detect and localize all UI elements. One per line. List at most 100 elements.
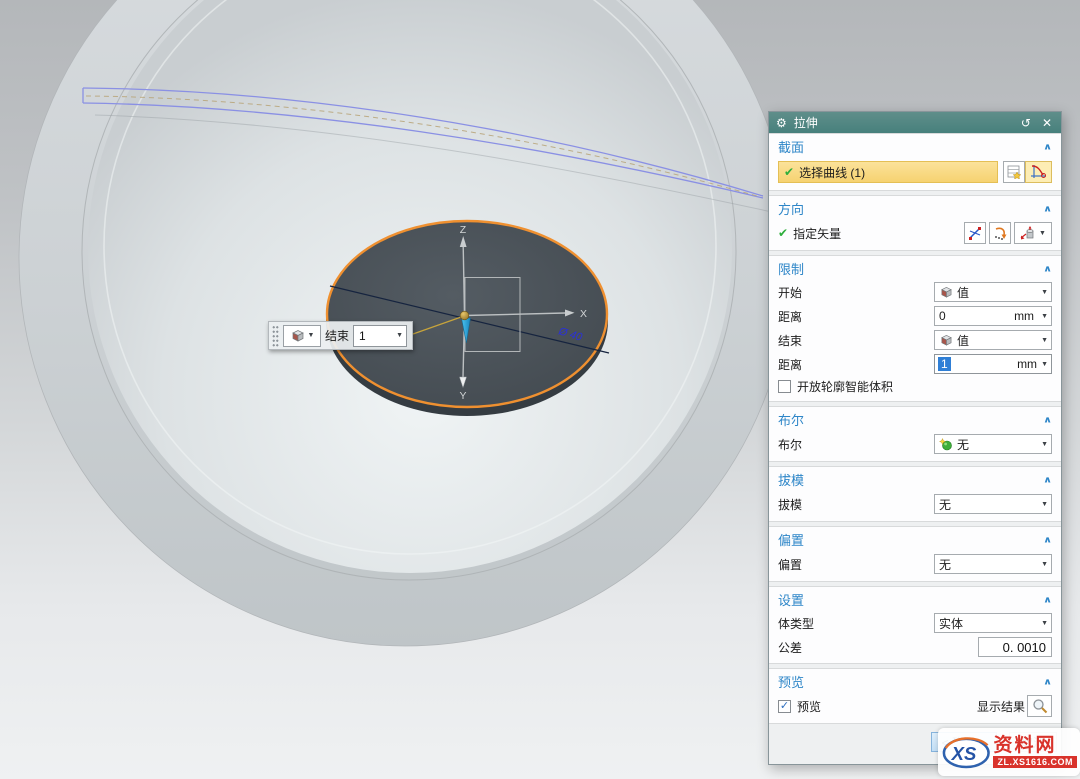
magnifier-icon	[1032, 698, 1048, 714]
x-axis-label: X	[580, 308, 587, 320]
direction-group-title: 方向	[778, 199, 804, 218]
draft-value: 无	[939, 496, 1037, 513]
check-icon: ✔	[784, 165, 794, 179]
value-cube-icon	[939, 334, 953, 346]
draft-group: 拔模 ∧ 拔模 无 ▼	[769, 466, 1061, 522]
drag-handle[interactable]	[272, 325, 279, 347]
dropdown-arrow-icon: ▼	[1039, 230, 1046, 237]
body-type-value: 实体	[939, 615, 1037, 632]
body-type-dropdown[interactable]: 实体 ▼	[934, 613, 1052, 633]
two-point-vector-button[interactable]	[964, 222, 986, 244]
watermark-site-name: 资料网	[993, 736, 1056, 756]
end-distance-unit: mm	[1017, 357, 1037, 371]
collapse-chevron-icon[interactable]: ∧	[1043, 594, 1052, 604]
limits-group-header[interactable]: 限制 ∧	[778, 257, 1052, 280]
boolean-group-header[interactable]: 布尔 ∧	[778, 408, 1052, 431]
offset-label: 偏置	[778, 556, 802, 573]
tolerance-label: 公差	[778, 639, 802, 656]
onscreen-input-toolbar[interactable]: ▼ 结束 1 ▼	[268, 321, 413, 350]
preview-checkbox[interactable]: ✓	[778, 700, 791, 713]
boolean-value: 无	[957, 436, 1037, 453]
offset-group-title: 偏置	[778, 530, 804, 549]
vector-type-dropdown[interactable]: ▼	[1014, 222, 1052, 244]
dialog-title: 拉伸	[794, 114, 1012, 131]
end-distance-input[interactable]: 1 ▼	[353, 325, 407, 347]
start-distance-input[interactable]: 0 mm ▼	[934, 306, 1052, 326]
limits-group-title: 限制	[778, 259, 804, 278]
draft-dropdown[interactable]: 无 ▼	[934, 494, 1052, 514]
show-result-label: 显示结果	[977, 698, 1025, 715]
preview-group-title: 预览	[778, 672, 804, 691]
collapse-chevron-icon[interactable]: ∧	[1043, 474, 1052, 484]
open-profile-label: 开放轮廓智能体积	[797, 378, 893, 395]
end-type-dropdown[interactable]: 值 ▼	[934, 330, 1052, 350]
dropdown-arrow-icon: ▼	[1041, 441, 1048, 448]
dropdown-arrow-icon: ▼	[1041, 620, 1048, 627]
value-cube-icon	[290, 329, 305, 342]
watermark-site-url: ZL.XS1616.COM	[993, 756, 1077, 768]
close-button[interactable]: ✕	[1040, 116, 1054, 130]
curve-rule-button[interactable]	[1003, 161, 1025, 183]
end-label: 结束	[778, 332, 802, 349]
end-distance-input[interactable]: 1 mm ▼	[934, 354, 1052, 374]
collapse-chevron-icon[interactable]: ∧	[1043, 141, 1052, 151]
section-group-title: 截面	[778, 137, 804, 156]
dropdown-arrow-icon[interactable]: ▼	[1041, 313, 1048, 320]
draft-group-header[interactable]: 拔模 ∧	[778, 468, 1052, 491]
direction-group-header[interactable]: 方向 ∧	[778, 197, 1052, 220]
boolean-none-icon	[939, 438, 953, 451]
reset-button[interactable]: ↺	[1019, 116, 1033, 130]
value-cube-icon	[939, 286, 953, 298]
end-limit-option-dropdown[interactable]: ▼	[283, 325, 321, 347]
collapse-chevron-icon[interactable]: ∧	[1043, 203, 1052, 213]
sketch-section-icon	[1030, 164, 1048, 180]
offset-group-header[interactable]: 偏置 ∧	[778, 528, 1052, 551]
collapse-chevron-icon[interactable]: ∧	[1043, 414, 1052, 424]
dropdown-arrow-icon[interactable]: ▼	[396, 332, 403, 339]
end-distance-value: 1	[359, 329, 366, 343]
start-label: 开始	[778, 284, 802, 301]
origin-handle[interactable]	[460, 311, 469, 320]
boolean-label: 布尔	[778, 436, 802, 453]
start-type-dropdown[interactable]: 值 ▼	[934, 282, 1052, 302]
offset-group: 偏置 ∧ 偏置 无 ▼	[769, 526, 1061, 582]
collapse-chevron-icon[interactable]: ∧	[1043, 676, 1052, 686]
end-distance-value: 1	[938, 357, 951, 371]
collapse-chevron-icon[interactable]: ∧	[1043, 263, 1052, 273]
preview-group-header[interactable]: 预览 ∧	[778, 670, 1052, 693]
start-type-value: 值	[957, 284, 1037, 301]
z-axis-label: Z	[460, 224, 467, 236]
dropdown-arrow-icon: ▼	[1041, 501, 1048, 508]
sketch-section-button[interactable]	[1025, 161, 1052, 183]
dialog-titlebar[interactable]: ⚙ 拉伸 ↺ ✕	[769, 112, 1061, 133]
list-star-icon	[1007, 165, 1021, 179]
inferred-vector-button[interactable]	[989, 222, 1011, 244]
open-profile-checkbox[interactable]	[778, 380, 791, 393]
dropdown-arrow-icon[interactable]: ▼	[1041, 361, 1048, 368]
tolerance-input[interactable]: 0. 0010	[978, 637, 1052, 657]
inferred-vector-icon	[993, 226, 1007, 240]
check-icon: ✔	[778, 226, 788, 240]
preview-group: 预览 ∧ ✓ 预览 显示结果	[769, 668, 1061, 724]
direction-group: 方向 ∧ ✔ 指定矢量	[769, 195, 1061, 251]
limits-group: 限制 ∧ 开始 值 ▼ 距	[769, 255, 1061, 402]
select-curve-field[interactable]: ✔ 选择曲线 (1)	[778, 161, 998, 183]
end-distance-label: 结束	[325, 327, 349, 344]
draft-group-title: 拔模	[778, 470, 804, 489]
end-distance-label: 距离	[778, 356, 802, 373]
extrude-dialog: ⚙ 拉伸 ↺ ✕ 截面 ∧ ✔ 选择曲线 (1)	[768, 111, 1062, 765]
settings-group-header[interactable]: 设置 ∧	[778, 588, 1052, 611]
watermark: XS 资料网 ZL.XS1616.COM	[938, 728, 1080, 776]
boolean-dropdown[interactable]: 无 ▼	[934, 434, 1052, 454]
gear-icon: ⚙	[776, 116, 787, 130]
collapse-chevron-icon[interactable]: ∧	[1043, 534, 1052, 544]
start-distance-value: 0	[939, 309, 946, 323]
settings-group: 设置 ∧ 体类型 实体 ▼ 公差 0. 0010	[769, 586, 1061, 664]
section-group-header[interactable]: 截面 ∧	[778, 135, 1052, 158]
offset-value: 无	[939, 556, 1037, 573]
show-result-button[interactable]	[1027, 695, 1052, 717]
offset-dropdown[interactable]: 无 ▼	[934, 554, 1052, 574]
settings-group-title: 设置	[778, 590, 804, 609]
svg-text:XS: XS	[951, 743, 977, 764]
face-normal-vector-icon	[1020, 226, 1036, 241]
